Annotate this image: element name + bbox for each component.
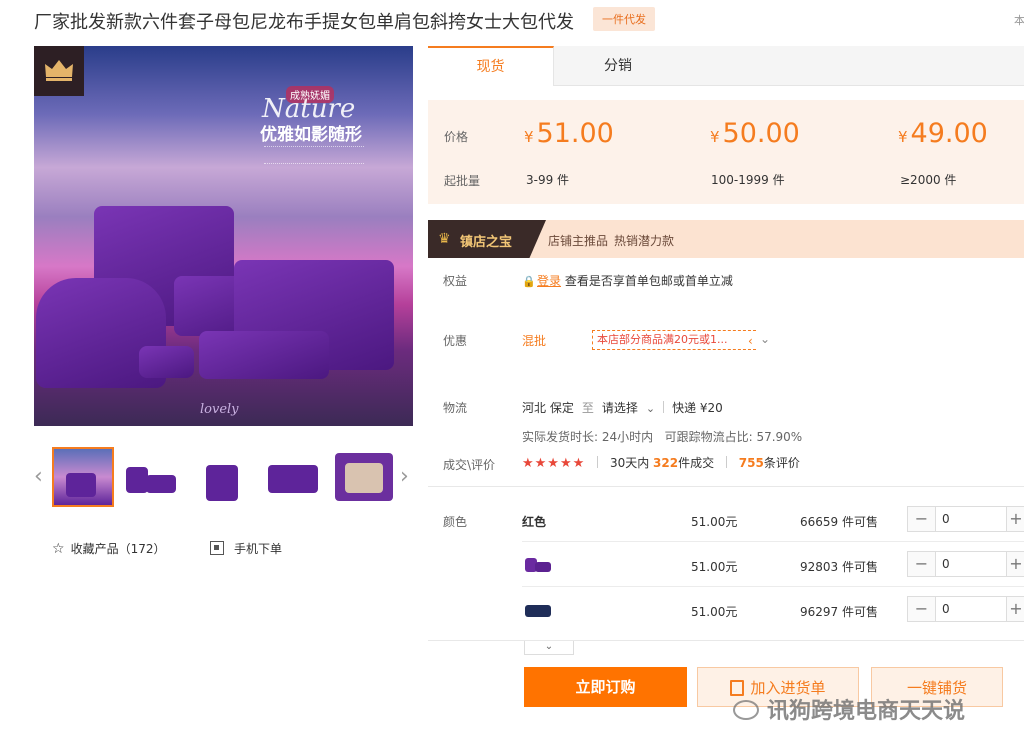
plus-icon[interactable]: +: [1006, 597, 1024, 621]
wechat-icon: [733, 700, 759, 720]
sku-price: 51.00元: [691, 560, 738, 574]
promo-coupon-notch: ‹: [748, 334, 753, 348]
sku-name-red: 红色: [522, 515, 547, 529]
minus-icon[interactable]: −: [908, 552, 936, 576]
clipped-text: 本: [1014, 14, 1024, 27]
plus-icon[interactable]: +: [1006, 552, 1024, 576]
logistics-line: 河北 保定至请选择 ⌄ 快递 ¥20: [522, 401, 723, 415]
quantity-input[interactable]: [936, 507, 1006, 531]
crown-icon: [34, 46, 84, 96]
sku-thumb-navy[interactable]: [523, 599, 553, 619]
main-product-image[interactable]: 成熟妩媚 Nature 优雅如影随形 lovely: [34, 46, 413, 426]
lock-icon: 🔒: [522, 275, 536, 288]
express-fee: 快递 ¥20: [672, 401, 723, 415]
dropship-badge: 一件代发: [593, 7, 655, 31]
image-caption-main: 优雅如影随形: [260, 125, 362, 145]
sku-price: 51.00元: [691, 605, 738, 619]
thumbnail-3[interactable]: [191, 447, 253, 507]
sku-stock: 66659 件可售: [800, 515, 878, 529]
minus-icon[interactable]: −: [908, 507, 936, 531]
mobile-order[interactable]: 手机下单: [210, 540, 282, 557]
tab-distribution[interactable]: 分销: [555, 46, 681, 86]
promo-label: 优惠: [443, 334, 468, 348]
price-tier-1: ¥51.00: [524, 118, 614, 149]
section-divider: [428, 640, 1024, 641]
sku-color-label: 颜色: [443, 515, 468, 529]
reviews-line: ★★★★★ 30天内 322件成交 755条评价: [522, 456, 800, 471]
order-now-button[interactable]: 立即订购: [524, 667, 687, 707]
destination-select[interactable]: 请选择: [602, 401, 638, 415]
login-link[interactable]: 登录: [537, 274, 561, 288]
promo-mixed-tag: 混批: [522, 334, 547, 348]
reviews-count[interactable]: 755: [739, 456, 764, 470]
quantity-stepper: − +: [907, 506, 1024, 532]
sku-stock: 92803 件可售: [800, 560, 878, 574]
thumbnail-2[interactable]: [120, 447, 182, 507]
range-tier-1: 3-99 件: [526, 173, 570, 187]
quantity-input[interactable]: [936, 552, 1006, 576]
benefits-line: 🔒登录 查看是否享首单包邮或首单立减: [522, 274, 733, 288]
shop-treasure-badge: ♛ 镇店之宝: [428, 220, 546, 258]
thumbnail-4[interactable]: [262, 447, 324, 507]
bag-clutch: [199, 331, 329, 379]
thumb-prev-arrow[interactable]: ‹: [34, 464, 43, 489]
moq-label: 起批量: [444, 174, 481, 188]
sku-price: 51.00元: [691, 515, 738, 529]
bag-keycase: [139, 346, 194, 378]
thumb-next-arrow[interactable]: ›: [400, 464, 409, 489]
sku-row-divider: [522, 586, 1024, 587]
thumbnail-1[interactable]: [52, 447, 114, 507]
shop-treasure-banner: ♛ 镇店之宝 店铺主推品 热销潜力款: [428, 220, 1024, 258]
image-lovely-text: lovely: [200, 402, 239, 417]
product-title: 厂家批发新款六件套子母包尼龙布手提女包单肩包斜挎女士大包代发: [34, 12, 574, 33]
section-divider: [428, 486, 1024, 487]
range-tier-3: ≥2000 件: [900, 173, 957, 187]
image-caption-lines: [264, 146, 364, 164]
price-tier-3: ¥49.00: [898, 118, 988, 149]
favorite-product[interactable]: ☆ 收藏产品（172）: [52, 540, 165, 557]
sku-row-divider: [522, 541, 1024, 542]
plus-icon[interactable]: +: [1006, 507, 1024, 531]
price-tier-2: ¥50.00: [710, 118, 800, 149]
price-box: 价格 起批量 ¥51.00 ¥50.00 ¥49.00 3-99 件 100-1…: [428, 100, 1024, 204]
chevron-down-icon[interactable]: ⌄: [646, 402, 655, 415]
logistics-label: 物流: [443, 401, 468, 415]
qr-code-icon: [210, 541, 224, 555]
quantity-stepper: − +: [907, 551, 1024, 577]
logistics-stats: 实际发货时长: 24小时内 可跟踪物流占比: 57.90%: [522, 430, 803, 444]
sku-thumb-purple[interactable]: [523, 554, 553, 574]
benefits-label: 权益: [443, 274, 468, 288]
tab-in-stock[interactable]: 现货: [428, 46, 554, 86]
promo-coupon[interactable]: 本店部分商品满20元或1...: [592, 330, 756, 350]
deals-count[interactable]: 322: [653, 456, 678, 470]
reviews-label: 成交\评价: [443, 458, 496, 472]
sku-stock: 96297 件可售: [800, 605, 878, 619]
range-tier-2: 100-1999 件: [711, 173, 785, 187]
quantity-input[interactable]: [936, 597, 1006, 621]
watermark: 讯狗跨境电商天天说: [733, 693, 965, 725]
shop-tags: 店铺主推品 热销潜力款: [548, 234, 675, 248]
thumbnail-5[interactable]: [333, 447, 395, 507]
crown-small-icon: ♛: [438, 231, 451, 247]
price-label: 价格: [444, 130, 469, 144]
minus-icon[interactable]: −: [908, 597, 936, 621]
star-outline-icon: ☆: [52, 541, 65, 557]
expand-chevron-icon[interactable]: ⌄: [524, 641, 574, 655]
purchase-tabs: 现货 分销: [428, 46, 1024, 86]
rating-stars: ★★★★★: [522, 456, 586, 471]
chevron-down-icon[interactable]: ⌄: [760, 332, 770, 346]
quantity-stepper: − +: [907, 596, 1024, 622]
